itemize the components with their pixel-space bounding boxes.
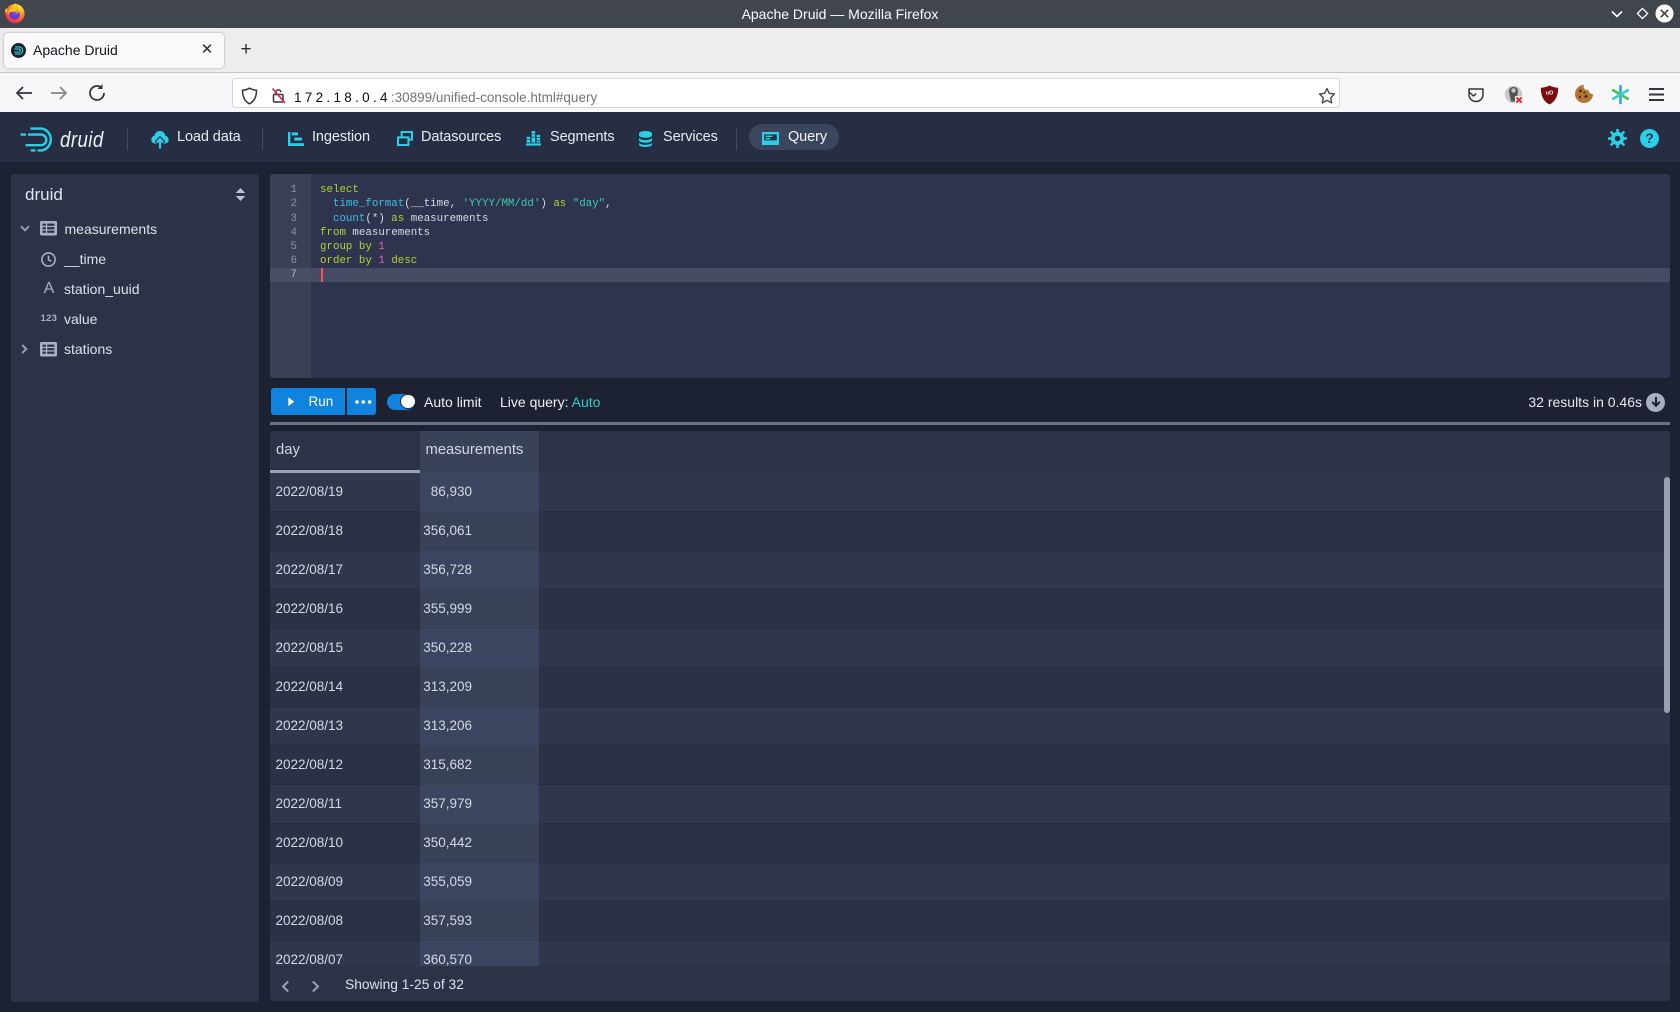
- svg-text:?: ?: [1645, 131, 1653, 146]
- svg-text:uO: uO: [1546, 91, 1554, 97]
